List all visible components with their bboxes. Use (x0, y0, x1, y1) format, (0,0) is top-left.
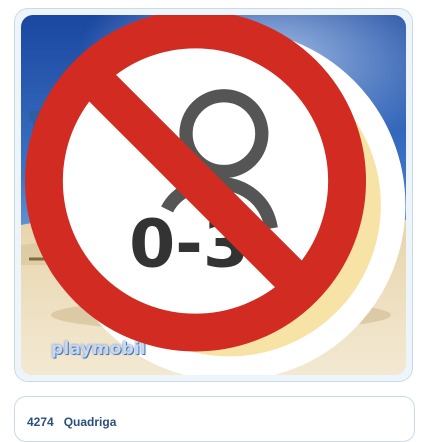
product-name: Quadriga (63, 415, 117, 429)
product-photo: playmobil 0-3 (21, 15, 406, 375)
product-image-frame: playmobil 0-3 (14, 8, 413, 382)
product-number: 4274 (27, 415, 54, 429)
product-caption: 4274 Quadriga (14, 396, 415, 442)
no-under-3-icon: 0-3 (25, 15, 366, 352)
product-title: 4274 Quadriga (27, 415, 126, 429)
